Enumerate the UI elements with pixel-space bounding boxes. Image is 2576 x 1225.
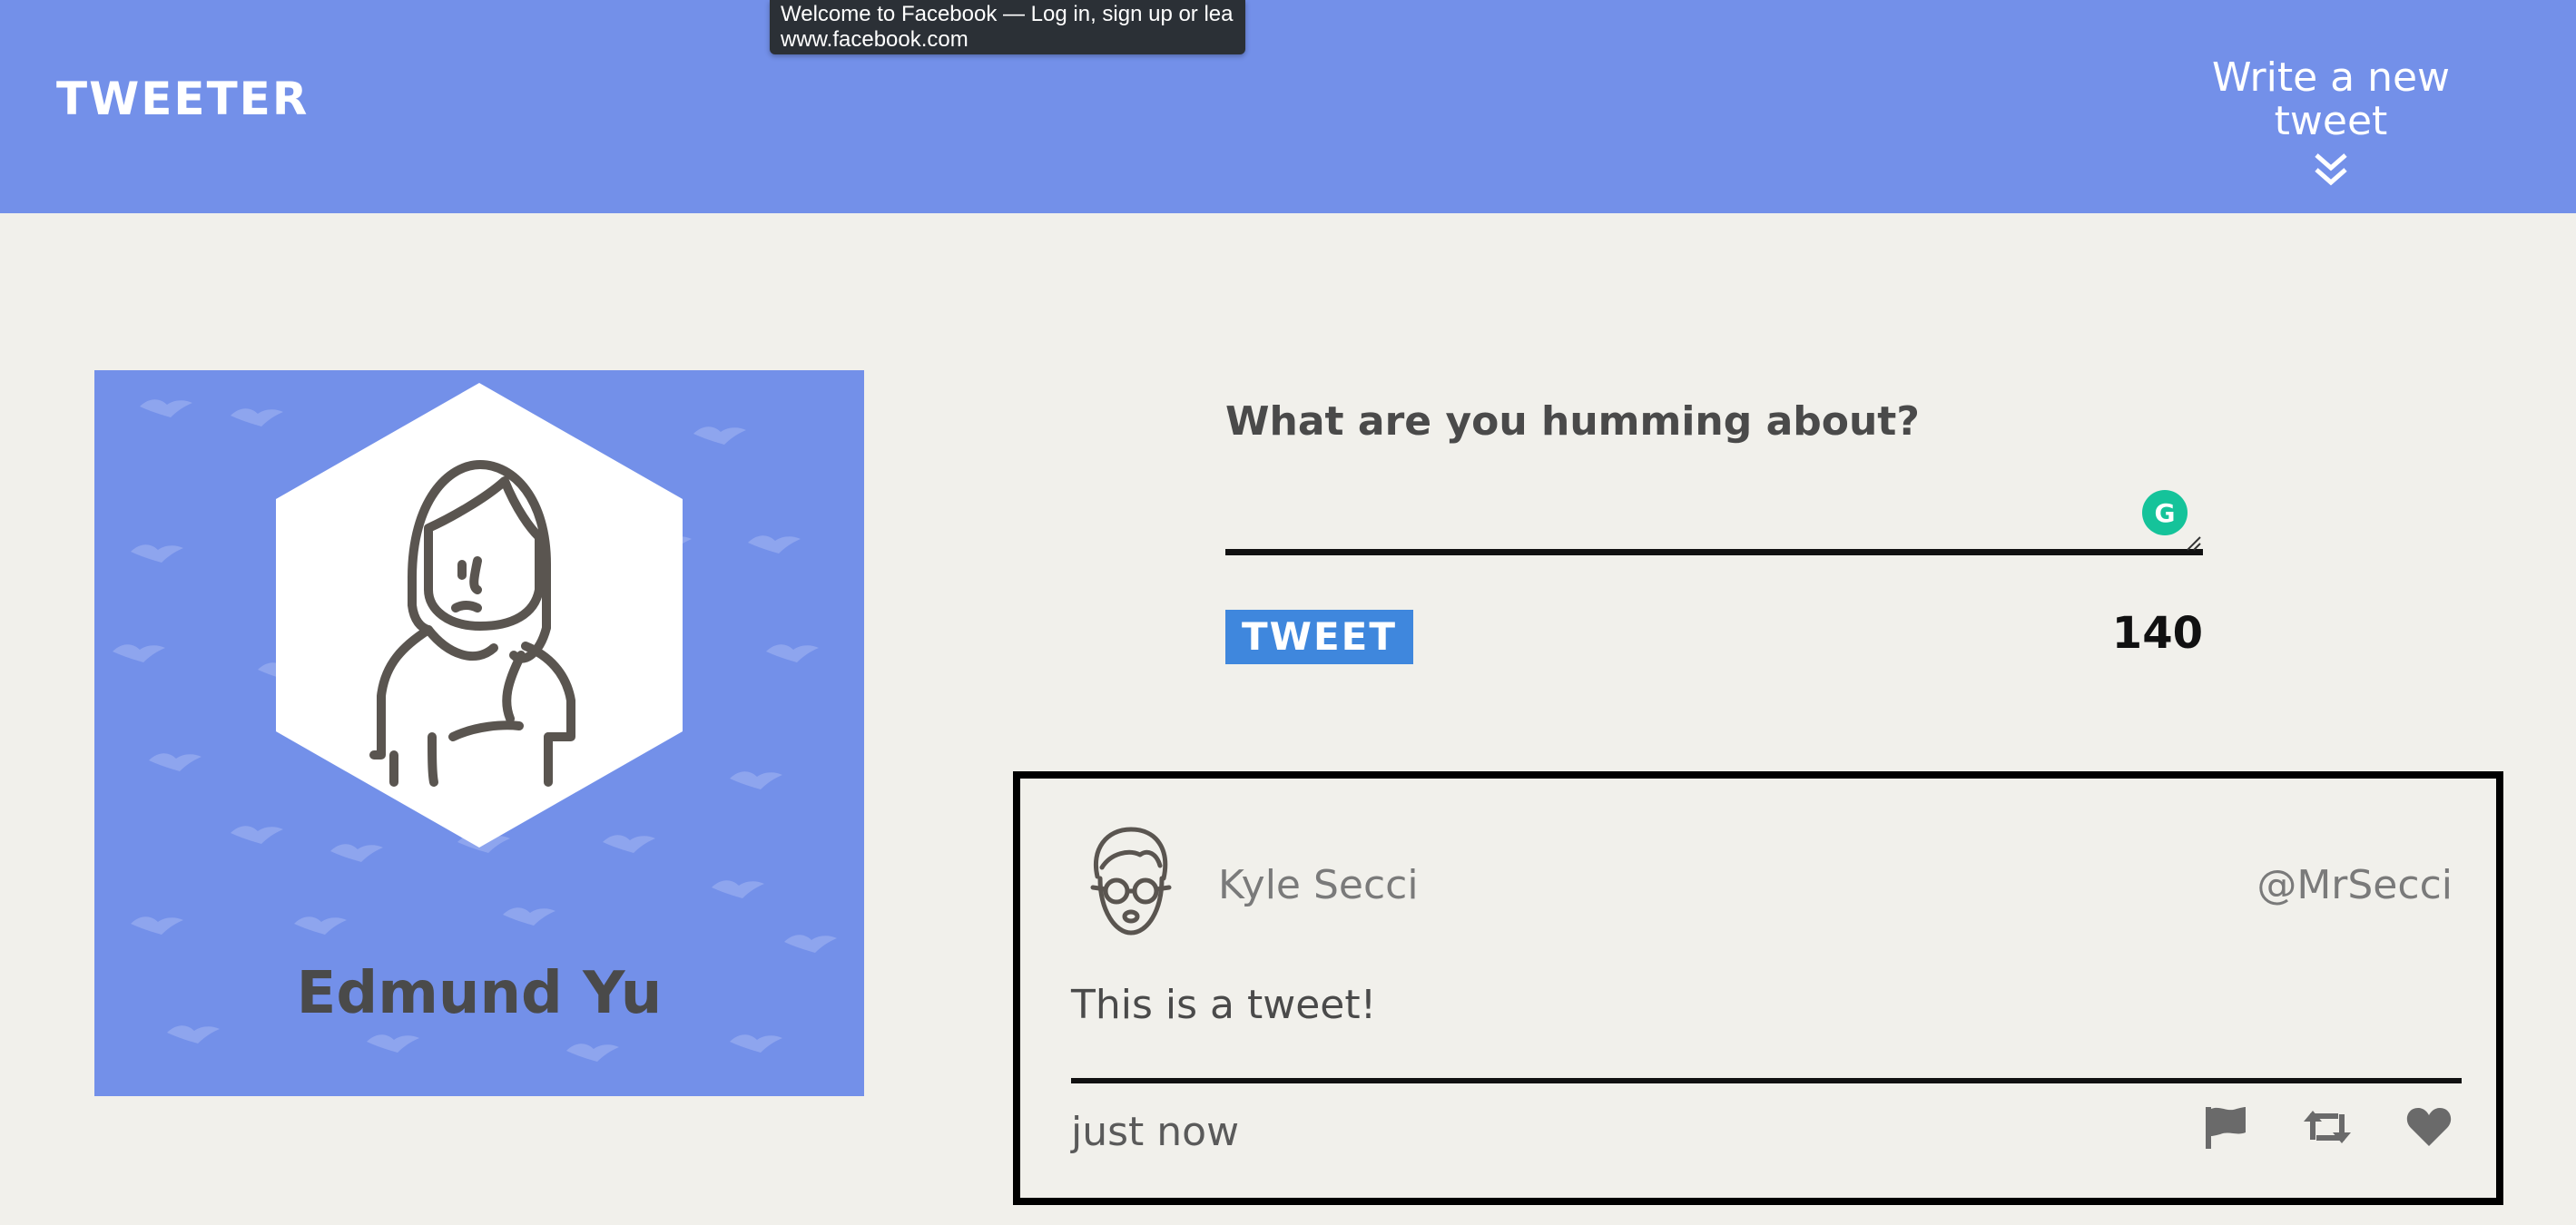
compose-toggle-label: Write a new tweet: [2211, 54, 2451, 145]
composer-prompt: What are you humming about?: [1225, 398, 1920, 445]
tweet-divider: [1071, 1078, 2462, 1083]
flag-icon[interactable]: [2202, 1103, 2249, 1155]
tweet-card: Kyle Secci @MrSecci This is a tweet! jus…: [1013, 771, 2503, 1205]
compose-toggle-button[interactable]: Write a new tweet: [2149, 54, 2512, 190]
new-tweet-form: What are you humming about? G TWEET 140: [1225, 390, 2203, 664]
browser-tooltip: Welcome to Facebook — Log in, sign up or…: [770, 0, 1245, 54]
tweet-submit-button[interactable]: TWEET: [1225, 610, 1414, 664]
top-nav: TWEETER Write a new tweet: [0, 0, 2576, 213]
resize-grip-icon[interactable]: [2186, 535, 2202, 552]
tweet-author-name: Kyle Secci: [1218, 862, 1419, 908]
profile-name: Edmund Yu: [296, 960, 663, 1027]
profile-card: Edmund Yu: [94, 370, 864, 1096]
tweet-content: This is a tweet!: [1071, 982, 1377, 1028]
brand-logo[interactable]: TWEETER: [56, 76, 309, 122]
character-counter: 140: [2111, 608, 2203, 659]
double-chevron-down-icon: [2315, 152, 2347, 186]
user-with-glasses-icon: [1090, 827, 1172, 936]
tooltip-url: www.facebook.com: [781, 27, 968, 52]
tweet-author-handle: @MrSecci: [2256, 862, 2453, 908]
tooltip-title: Welcome to Facebook — Log in, sign up or…: [781, 2, 1234, 26]
tweet-timestamp: just now: [1071, 1109, 1240, 1155]
tweet-actions: [2202, 1103, 2453, 1155]
grammarly-icon[interactable]: G: [2142, 490, 2188, 535]
user-avatar-icon: [276, 383, 683, 848]
tweet-textarea[interactable]: [1225, 472, 2203, 555]
retweet-icon[interactable]: [2302, 1107, 2353, 1152]
heart-icon[interactable]: [2405, 1106, 2453, 1152]
